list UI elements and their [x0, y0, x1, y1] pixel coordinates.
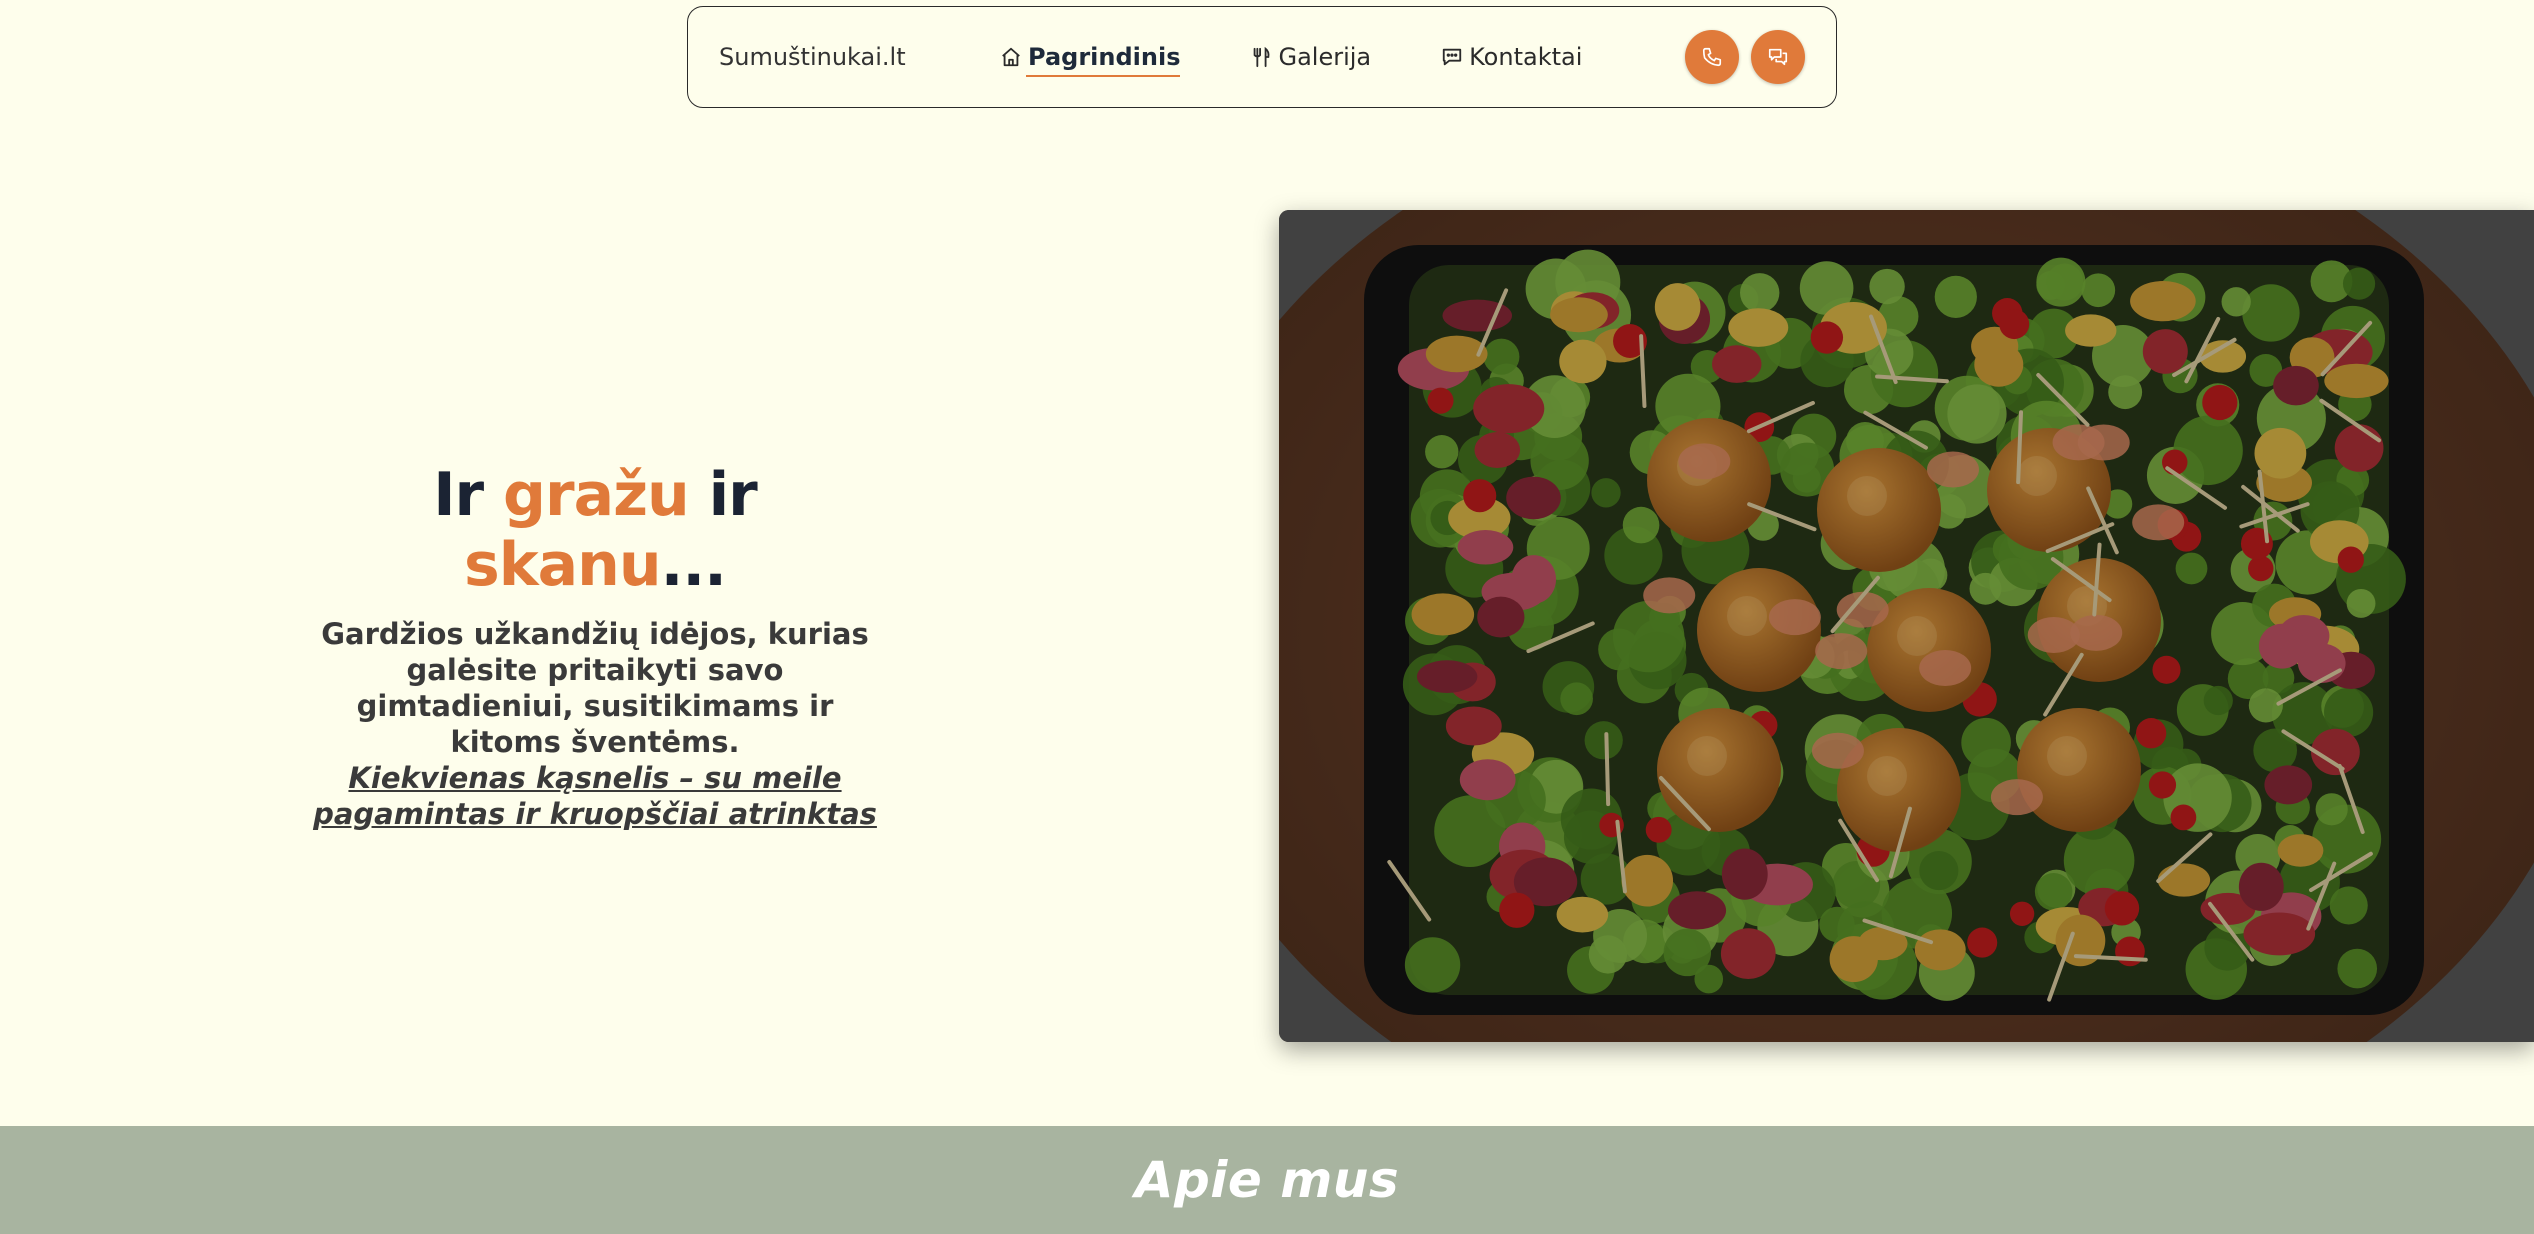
hero-description-text: Gardžios užkandžių idėjos, kurias galėsi… — [321, 617, 869, 759]
hero-title-accent: skanu — [464, 530, 662, 600]
phone-button[interactable] — [1685, 30, 1739, 84]
hero-text-block: Ir gražu ir skanu... Gardžios užkandžių … — [300, 460, 890, 832]
hero-title-part: Ir — [433, 460, 504, 530]
nav-link-home[interactable]: Pagrindinis — [1000, 37, 1181, 77]
catering-platter-image — [1279, 210, 2534, 1042]
about-section-band: Apie mus — [0, 1126, 2534, 1234]
hero-tagline-link[interactable]: Kiekvienas kąsnelis – su meile pagaminta… — [300, 760, 890, 832]
phone-icon — [1701, 46, 1723, 68]
nav-link-label: Galerija — [1278, 43, 1372, 71]
about-title: Apie mus — [1134, 1151, 1400, 1209]
hero-title-part: ir — [688, 460, 758, 530]
chat-bubble-icon — [1441, 46, 1463, 68]
home-icon — [1000, 46, 1022, 68]
top-navbar: Sumuštinukai.lt Pagrindinis Galerija Kon… — [687, 6, 1837, 108]
hero-title-part: ... — [660, 530, 727, 600]
hero-title-accent: gražu — [503, 460, 690, 530]
nav-link-gallery[interactable]: Galerija — [1250, 37, 1371, 77]
nav-link-label: Pagrindinis — [1028, 43, 1181, 71]
brand-logo-text[interactable]: Sumuštinukai.lt — [719, 7, 906, 107]
nav-links: Pagrindinis Galerija Kontaktai — [1000, 7, 1582, 107]
nav-link-label: Kontaktai — [1469, 43, 1583, 71]
hero-title: Ir gražu ir skanu... — [300, 460, 890, 600]
message-button[interactable] — [1751, 30, 1805, 84]
nav-actions — [1685, 7, 1805, 107]
nav-link-contacts[interactable]: Kontaktai — [1441, 37, 1582, 77]
fork-knife-icon — [1250, 46, 1272, 68]
hero-description: Gardžios užkandžių idėjos, kurias galėsi… — [300, 616, 890, 832]
message-icon — [1767, 46, 1789, 68]
